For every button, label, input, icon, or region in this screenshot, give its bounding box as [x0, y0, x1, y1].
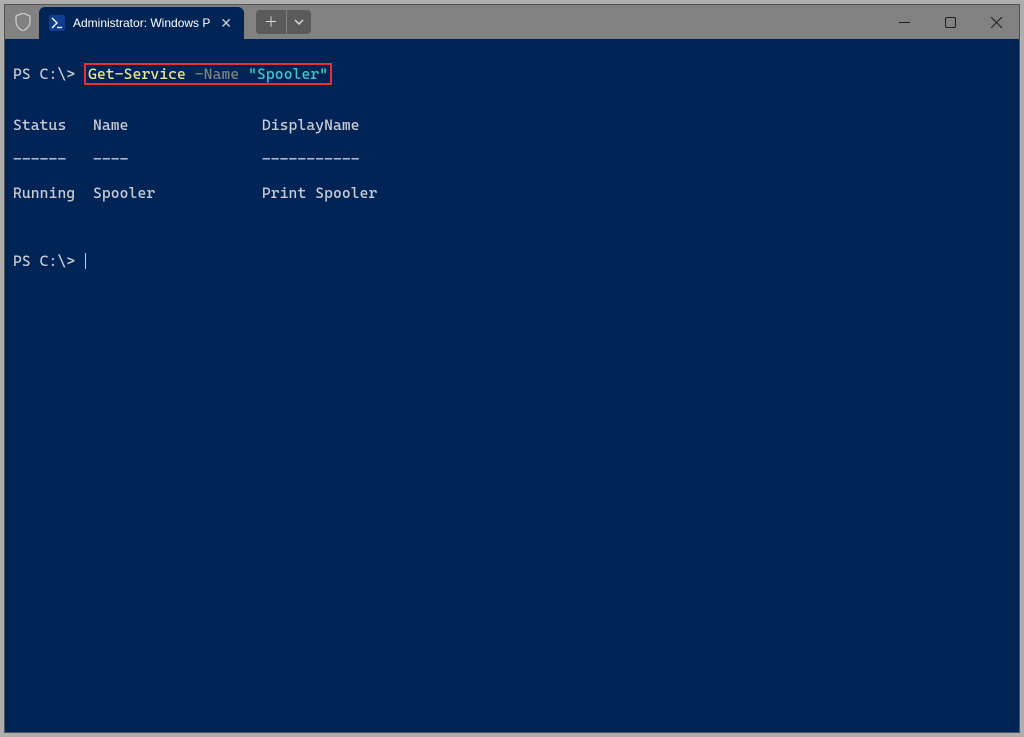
param-name: -Name: [186, 65, 248, 83]
maximize-button[interactable]: [927, 5, 973, 39]
new-tab-button[interactable]: ＋: [256, 10, 286, 34]
window-controls: [881, 5, 1019, 39]
tab-close-button[interactable]: ✕: [218, 15, 234, 32]
minimize-button[interactable]: [881, 5, 927, 39]
output-row: Running Spooler Print Spooler: [13, 185, 1011, 202]
prompt: PS C:\>: [13, 65, 84, 83]
close-button[interactable]: [973, 5, 1019, 39]
admin-shield-icon: [13, 12, 33, 32]
output-header: Status Name DisplayName: [13, 117, 1011, 134]
tab-title: Administrator: Windows Powe: [73, 16, 210, 30]
terminal-body[interactable]: PS C:\> Get-Service -Name "Spooler" Stat…: [5, 39, 1019, 732]
output-separator: ------ ---- -----------: [13, 151, 1011, 168]
powershell-icon: [49, 15, 65, 31]
command-line-2: PS C:\>: [13, 253, 1011, 271]
command-line-1: PS C:\> Get-Service -Name "Spooler": [13, 66, 1011, 83]
param-value: "Spooler": [248, 65, 328, 83]
active-tab[interactable]: Administrator: Windows Powe ✕: [39, 7, 244, 39]
new-tab-group: ＋: [256, 10, 311, 34]
tab-dropdown-button[interactable]: [287, 10, 311, 34]
cmdlet-name: Get-Service: [88, 65, 186, 83]
command-highlight: Get-Service -Name "Spooler": [84, 63, 332, 85]
terminal-window: Administrator: Windows Powe ✕ ＋ PS C:\> …: [4, 4, 1020, 733]
prompt: PS C:\>: [13, 252, 84, 270]
titlebar: Administrator: Windows Powe ✕ ＋: [5, 5, 1019, 39]
cursor: [85, 253, 86, 269]
